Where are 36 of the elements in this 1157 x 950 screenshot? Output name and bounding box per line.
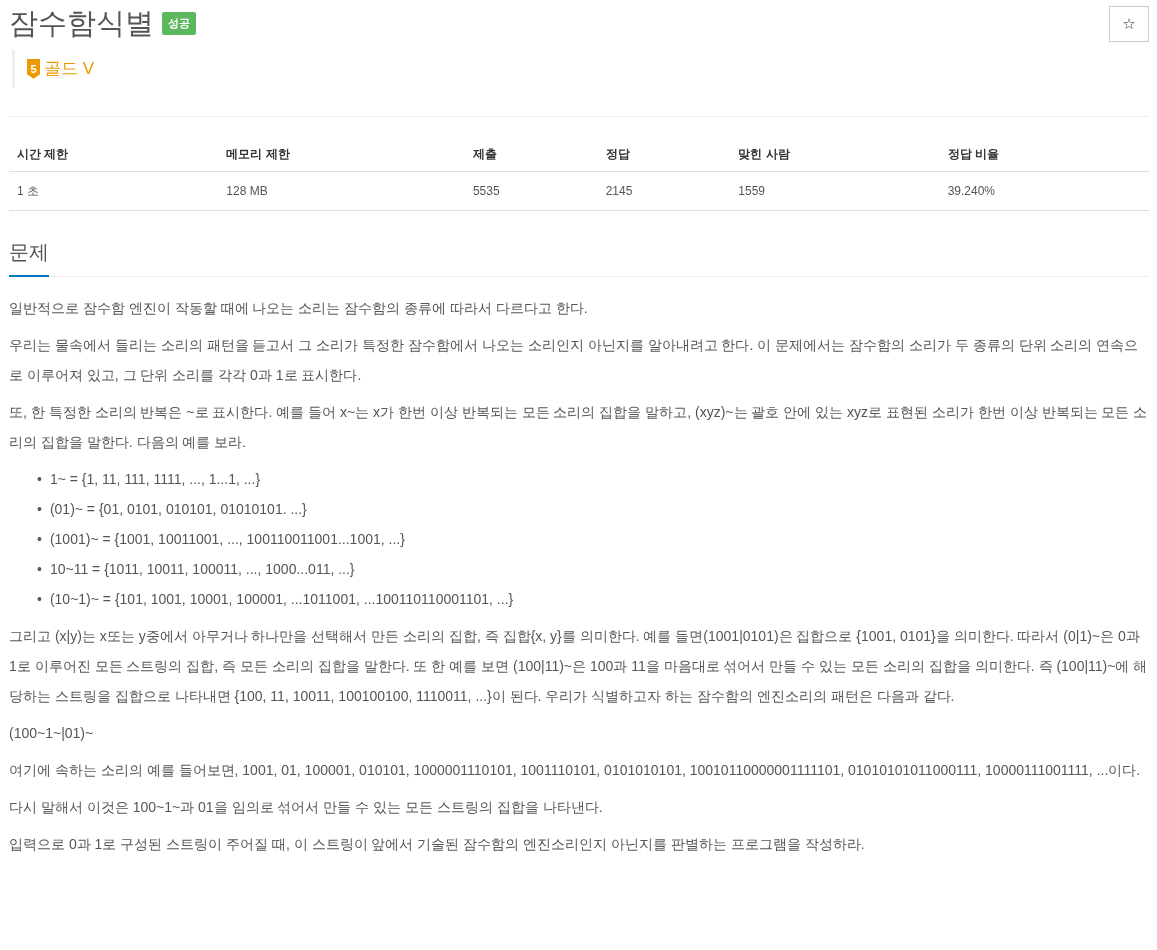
column-header: 정답 비율	[939, 132, 1149, 171]
table-cell: 39.240%	[939, 171, 1149, 210]
column-header: 메모리 제한	[218, 132, 465, 171]
paragraph: 그리고 (x|y)는 x또는 y중에서 아무거나 하나만을 선택해서 만든 소리의 집합, 즉 집합{x, y}를 의미한다. 예를 들면(1001|0101)은 집합으로 {1001, 0101}을 의미한다. 따라서 (0|1)~은 0과 1로 이루어진 모든 스트링의 집합, 즉 모든 소리의 집합을 말한다. 또 한 예를 보면 (100|11)~은 100과 11을 마음대로 섞어서 만들 수 있는 모든 소리의 집합을 의미한다. 즉 (100|11)~에 해당하는 스트링을 집합으로 나타내면 {100, 11, 10011, 100100100, 1110011, ...}이 된다. 우리가 식별하고자 하는 잠수함의 엔진소리의 패턴은 다음과 같다.	[9, 626, 1149, 706]
bullet-marker: •	[37, 589, 42, 609]
bullet-marker: •	[37, 469, 42, 489]
list-item: (1001)~ = {1001, 10011001, ..., 100110011001...1001, ...}	[49, 529, 405, 549]
paragraph: 일반적으로 잠수함 엔진이 작동할 때에 나오는 소리는 잠수함의 종류에 따라서 다르다고 한다.	[9, 298, 589, 318]
problem-title: 잠수함식별	[9, 6, 154, 41]
bullet-marker: •	[37, 529, 42, 549]
bullet-marker: •	[37, 559, 42, 579]
list-item: (01)~ = {01, 0101, 010101, 01010101. ...}	[49, 499, 307, 519]
tier-label: 골드 V	[44, 58, 95, 80]
column-header: 시간 제한	[9, 132, 219, 171]
table-cell: 128 MB	[218, 171, 465, 210]
favorite-button[interactable]: ☆	[1109, 6, 1149, 42]
column-header: 맞힌 사람	[730, 132, 940, 171]
table-cell: 1559	[730, 171, 940, 210]
column-header: 정답	[597, 132, 731, 171]
paragraph: 또, 한 특정한 소리의 반복은 ~로 표시한다. 예를 들어 x~는 x가 한번 이상 반복되는 모든 소리의 집합을 말하고, (xyz)~는 괄호 안에 있는 xyz로 표현된 소리가 한번 이상 반복되는 모든 소리의 집합을 말한다. 다음의 예를 보라.	[9, 402, 1149, 452]
paragraph: 여기에 속하는 소리의 예를 들어보면, 1001, 01, 100001, 010101, 1000001110101, 1001110101, 0101010101, 10010110000001111101, 01010101011000111, 10000111001111, ...이다.	[9, 760, 1142, 780]
table-cell: 5535	[464, 171, 598, 210]
column-header: 제출	[464, 132, 598, 171]
result-label: 성공	[162, 12, 196, 35]
paragraph: 우리는 물속에서 들리는 소리의 패턴을 듣고서 그 소리가 특정한 잠수함에서 나오는 소리인지 아닌지를 알아내려고 한다. 이 문제에서는 잠수함의 소리가 두 종류의 단위 소리의 연속으로 이루어져 있고, 그 단위 소리를 각각 0과 1로 표시한다.	[9, 335, 1140, 385]
tier-badge: 5	[27, 58, 40, 79]
list-item: 1~ = {1, 11, 111, 1111, ..., 1...1, ...}	[49, 469, 261, 489]
table-cell: 1 초	[9, 171, 219, 210]
paragraph: 다시 말해서 이것은 100~1~과 01을 임의로 섞어서 만들 수 있는 모든 스트링의 집합을 나타낸다.	[9, 797, 604, 817]
table-cell: 2145	[597, 171, 731, 210]
bullet-marker: •	[37, 499, 42, 519]
list-item: (10~1)~ = {101, 1001, 10001, 100001, ...1011001, ...100110110001101, ...}	[49, 589, 514, 609]
paragraph: (100~1~|01)~	[9, 723, 95, 743]
section-title: 문제	[9, 236, 49, 277]
list-item: 10~11 = {1011, 10011, 100011, ..., 1000...011, ...}	[49, 559, 355, 579]
paragraph: 입력으로 0과 1로 구성된 스트링이 주어질 때, 이 스트링이 앞에서 기술된 잠수함의 엔진소리인지 아닌지를 판별하는 프로그램을 작성하라.	[9, 834, 866, 854]
